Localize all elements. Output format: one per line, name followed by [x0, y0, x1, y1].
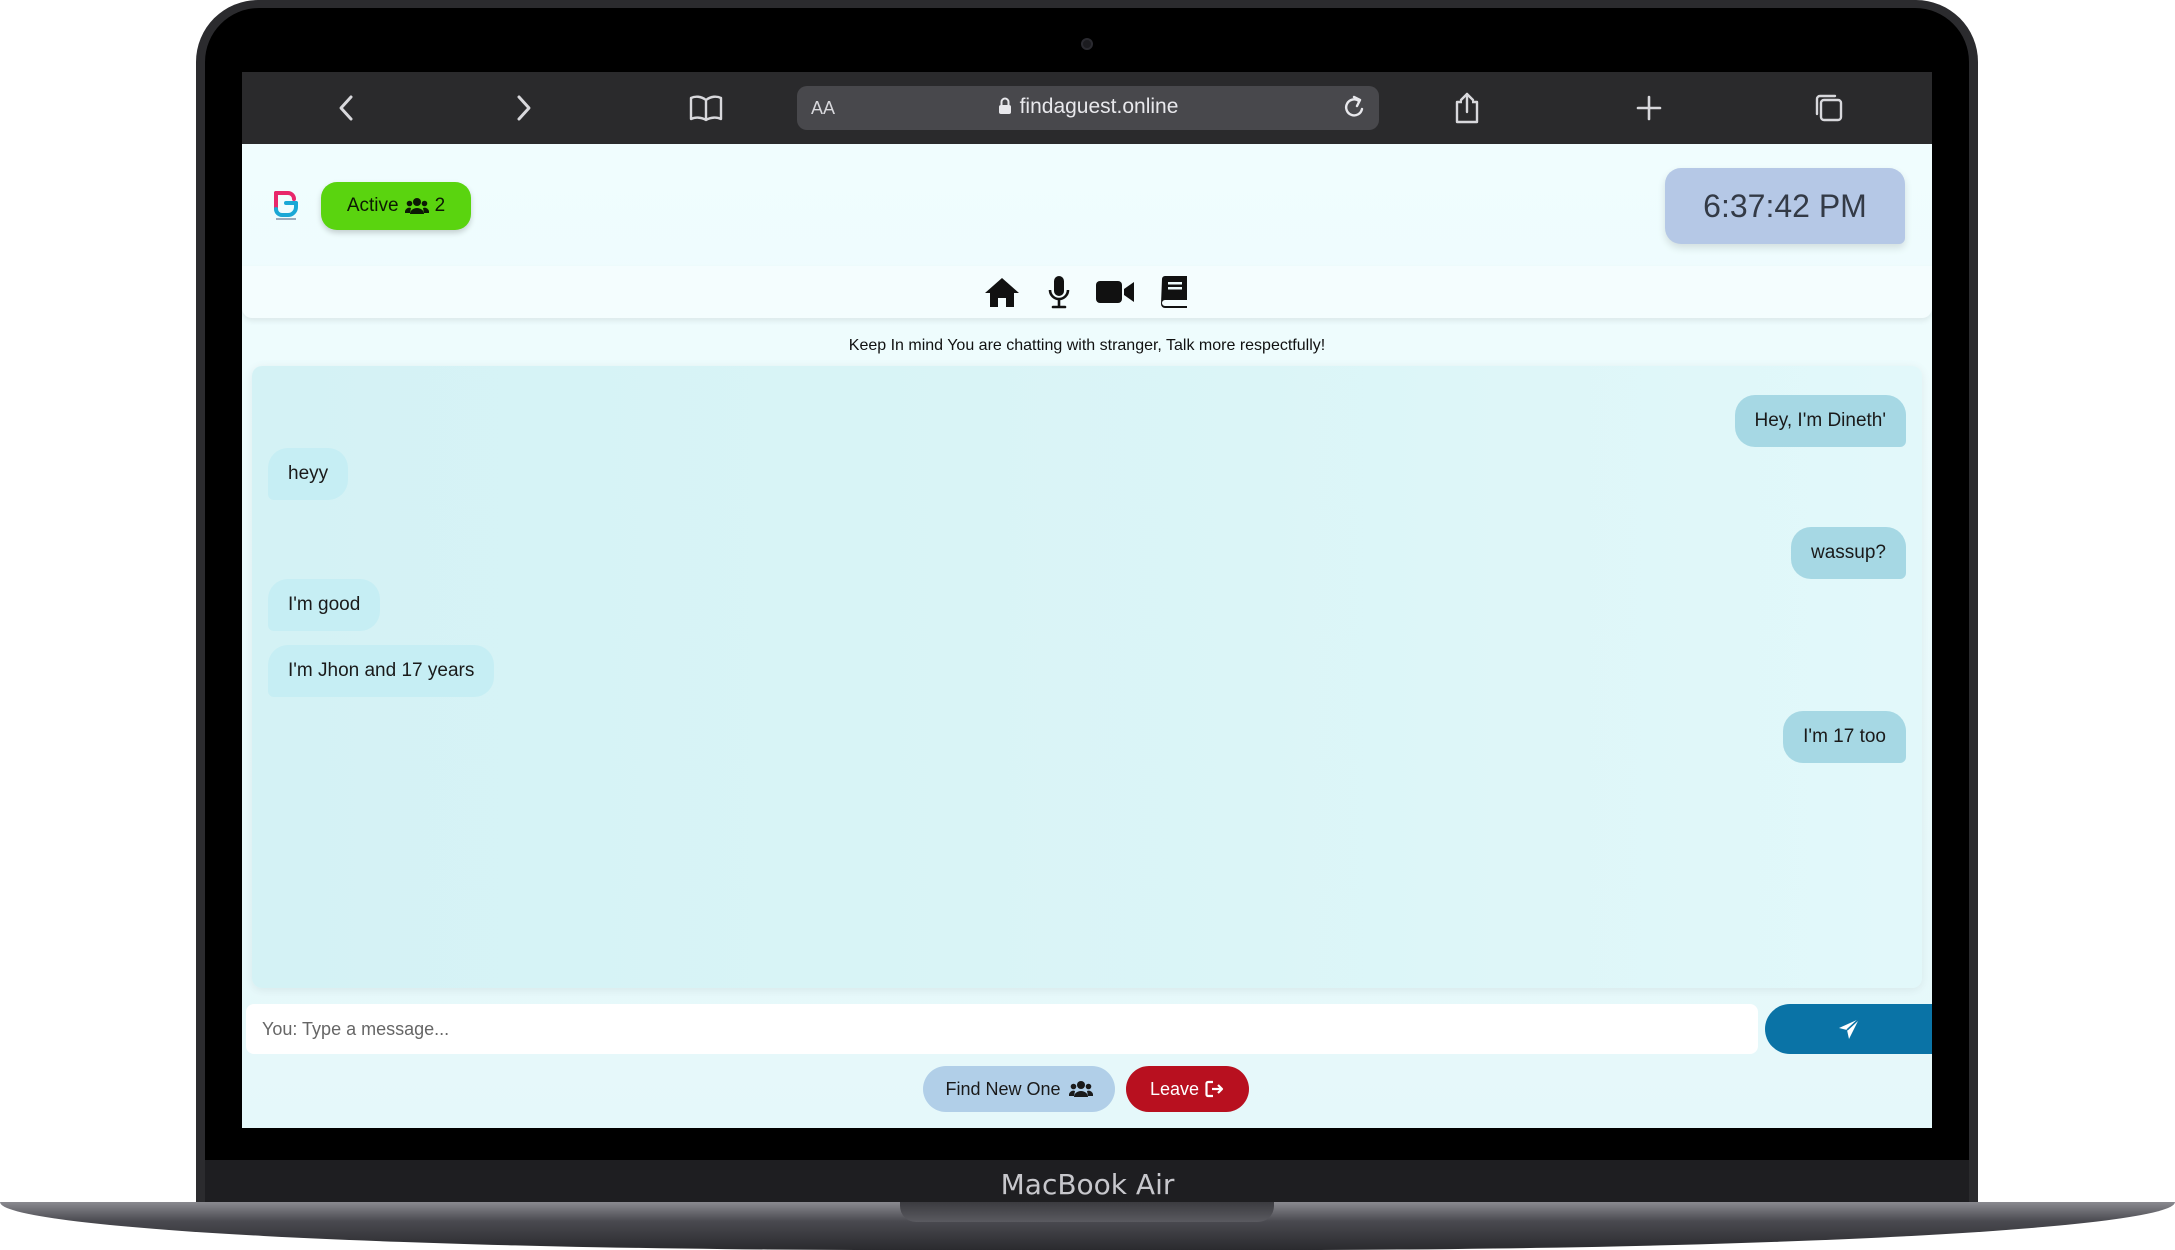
message-bubble-sent: Hey, I'm Dineth'	[1734, 395, 1906, 447]
back-icon[interactable]	[324, 86, 368, 130]
book-icon[interactable]	[1154, 274, 1194, 310]
etiquette-notice: Keep In mind You are chatting with stran…	[848, 337, 1326, 354]
send-button[interactable]	[1765, 1004, 1932, 1054]
new-tab-icon[interactable]	[1627, 86, 1671, 130]
find-new-one-button[interactable]: Find New One	[923, 1066, 1115, 1112]
tabs-icon[interactable]	[1807, 86, 1851, 130]
clock-display: 6:37:42 PM	[1665, 168, 1905, 244]
active-users-badge[interactable]: Active 2	[321, 182, 471, 230]
message-bubble-received: I'm good	[268, 579, 381, 631]
message-bubble-sent: wassup?	[1791, 527, 1906, 579]
video-icon[interactable]	[1095, 274, 1135, 310]
nav-bar	[242, 266, 1932, 318]
screen: AA findaguest.online Active 2 6:37:42 PM…	[242, 72, 1932, 1128]
users-icon	[404, 198, 429, 214]
leave-label: Leave	[1149, 1078, 1200, 1099]
laptop-hinge-notch	[900, 1202, 1274, 1222]
lock-icon	[998, 97, 1011, 114]
camera-icon	[1081, 38, 1093, 50]
message-bubble-received: I'm Jhon and 17 years	[268, 645, 495, 697]
active-label: Active	[346, 195, 399, 216]
chat-messages[interactable]: Hey, I'm Dineth' heyy wassup? I'm good I…	[252, 366, 1922, 988]
message-input[interactable]	[246, 1004, 1758, 1054]
sign-out-icon	[1205, 1080, 1224, 1098]
chat-page: Active 2 6:37:42 PM Keep In mind You are…	[242, 144, 1932, 1128]
address-bar[interactable]: AA findaguest.online	[797, 86, 1379, 130]
browser-toolbar: AA findaguest.online	[242, 72, 1932, 144]
active-count: 2	[434, 195, 446, 216]
message-bubble-received: heyy	[268, 448, 349, 500]
device-brand-label: MacBook Air	[1000, 1168, 1175, 1201]
bookmarks-icon[interactable]	[684, 86, 728, 130]
url-text: findaguest.online	[1019, 95, 1179, 118]
reload-icon[interactable]	[1341, 94, 1367, 127]
app-logo[interactable]	[272, 189, 300, 221]
send-icon	[1838, 1018, 1860, 1039]
find-new-one-label: Find New One	[945, 1078, 1061, 1099]
microphone-icon[interactable]	[1039, 274, 1079, 310]
users-icon	[1068, 1081, 1093, 1097]
message-bubble-sent: I'm 17 too	[1783, 711, 1906, 763]
share-icon[interactable]	[1445, 86, 1489, 130]
leave-button[interactable]: Leave	[1126, 1066, 1249, 1112]
forward-icon[interactable]	[502, 86, 546, 130]
home-icon[interactable]	[982, 274, 1022, 310]
